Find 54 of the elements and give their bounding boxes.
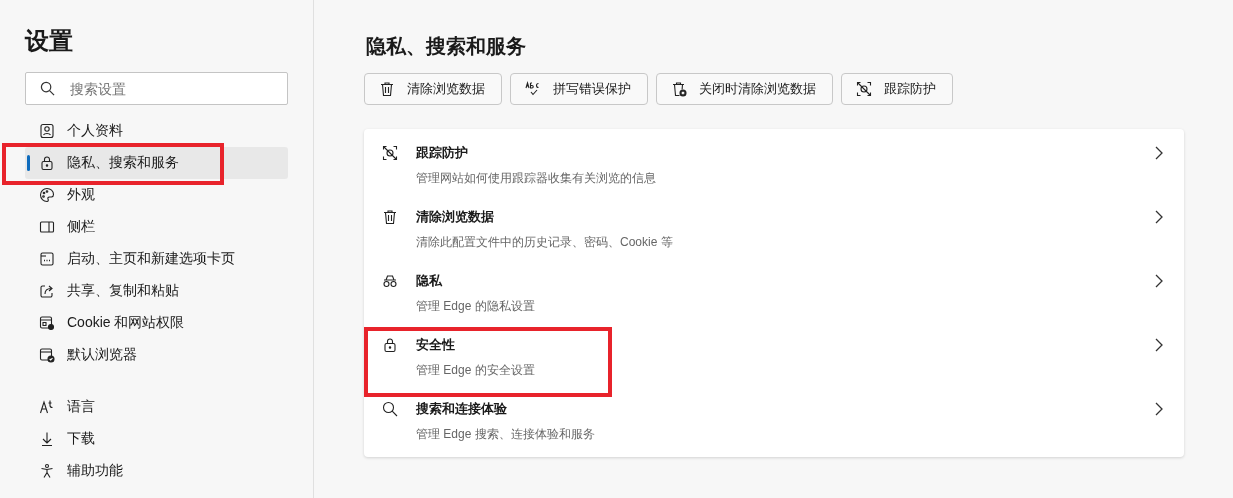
row-title: 安全性 [416,335,456,354]
row-title: 清除浏览数据 [416,207,495,226]
glasses-icon [382,273,398,289]
language-icon [39,399,55,415]
quick-action-button[interactable]: 关闭时清除浏览数据 [656,73,833,105]
row-description: 管理网站如何使用跟踪器收集有关浏览的信息 [416,169,657,187]
sidebar-icon [39,219,55,235]
settings-row[interactable]: 安全性 管理 Edge 的安全设置 [364,325,1184,389]
nav-item[interactable]: 个人资料 [25,115,288,147]
browser-icon [39,347,55,363]
nav-item[interactable]: Cookie 和网站权限 [25,307,288,339]
nav-item[interactable]: 共享、复制和粘贴 [25,275,288,307]
row-title: 隐私 [416,271,443,290]
chevron-icon [1154,337,1164,353]
row-description: 管理 Edge 的安全设置 [416,361,536,379]
row-title: 跟踪防护 [416,143,469,162]
row-description: 清除此配置文件中的历史记录、密码、Cookie 等 [416,233,674,251]
trash-icon [382,209,398,225]
settings-row[interactable]: 清除浏览数据 清除此配置文件中的历史记录、密码、Cookie 等 [364,197,1184,261]
chevron-icon [1154,401,1164,417]
settings-title: 设置 [25,26,74,56]
nav-item[interactable]: 下载 [25,423,288,455]
chevron-icon [1154,273,1164,289]
profile-icon [39,123,55,139]
settings-row[interactable]: 隐私 管理 Edge 的隐私设置 [364,261,1184,325]
palette-icon [39,187,55,203]
nav-item[interactable]: 辅助功能 [25,455,288,487]
quick-action-button[interactable]: 清除浏览数据 [364,73,502,105]
lock-icon [382,337,398,353]
nav-item[interactable]: 外观 [25,179,288,211]
trash-icon [379,81,395,97]
quick-action-button[interactable]: 跟踪防护 [841,73,953,105]
share-icon [39,283,55,299]
chevron-icon [1154,145,1164,161]
nav-item[interactable]: 语言 [25,391,288,423]
row-title: 搜索和连接体验 [416,399,508,418]
nav-item[interactable]: 启动、主页和新建选项卡页 [25,243,288,275]
nav-item[interactable]: 默认浏览器 [25,339,288,371]
chevron-icon [1154,209,1164,225]
download-icon [39,431,55,447]
row-description: 管理 Edge 搜索、连接体验和服务 [416,425,596,443]
nav-item[interactable]: 隐私、搜索和服务 [25,147,288,179]
row-description: 管理 Edge 的隐私设置 [416,297,536,315]
search-field[interactable]: 搜索设置 [25,72,288,105]
search-icon [40,81,55,96]
cookie-icon [39,315,55,331]
search-icon [382,401,398,417]
quick-action-button[interactable]: 拼写错误保护 [510,73,648,105]
settings-row[interactable]: 跟踪防护 管理网站如何使用跟踪器收集有关浏览的信息 [364,133,1184,197]
settings-row[interactable]: 搜索和连接体验 管理 Edge 搜索、连接体验和服务 [364,389,1184,453]
abc-icon [525,81,541,97]
page-title: 隐私、搜索和服务 [366,34,527,59]
lock-icon [39,155,55,171]
nav-item[interactable]: 侧栏 [25,211,288,243]
